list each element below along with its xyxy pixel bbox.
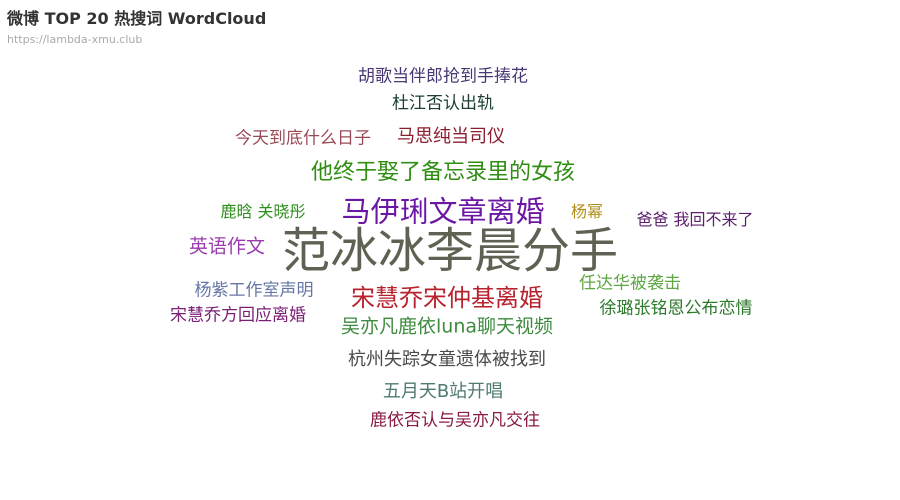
word-item: 今天到底什么日子 xyxy=(235,128,371,149)
word-item: 他终于娶了备忘录里的女孩 xyxy=(310,160,576,185)
word-item: 鹿晗 关晓彤 xyxy=(220,202,306,221)
word-item: 徐璐张铭恩公布恋情 xyxy=(599,298,753,319)
word-item: 五月天B站开唱 xyxy=(382,381,504,402)
word-item: 鹿依否认与吴亦凡交往 xyxy=(370,410,540,431)
word-item: 马伊琍文章离婚 xyxy=(341,194,545,229)
chart-subtitle: https://lambda-xmu.club xyxy=(7,33,143,46)
word-item: 范冰冰李晨分手 xyxy=(281,223,619,279)
word-item: 杭州失踪女童遗体被找到 xyxy=(348,349,546,370)
word-item: 吴亦凡鹿依luna聊天视频 xyxy=(340,315,554,338)
word-item: 杜江否认出轨 xyxy=(392,93,494,114)
chart-title: 微博 TOP 20 热搜词 WordCloud xyxy=(7,9,267,28)
word-item: 杨紫工作室声明 xyxy=(194,280,314,301)
word-item: 马思纯当司仪 xyxy=(397,126,505,147)
word-item: 宋慧乔方回应离婚 xyxy=(170,305,306,326)
word-item: 英语作文 xyxy=(188,235,266,258)
word-item: 胡歌当伴郎抢到手捧花 xyxy=(358,66,528,87)
word-item: 杨幂 xyxy=(570,202,604,221)
word-item: 宋慧乔宋仲基离婚 xyxy=(351,284,543,312)
word-item: 爸爸 我回不来了 xyxy=(636,210,754,229)
word-item: 任达华被袭击 xyxy=(579,273,681,294)
